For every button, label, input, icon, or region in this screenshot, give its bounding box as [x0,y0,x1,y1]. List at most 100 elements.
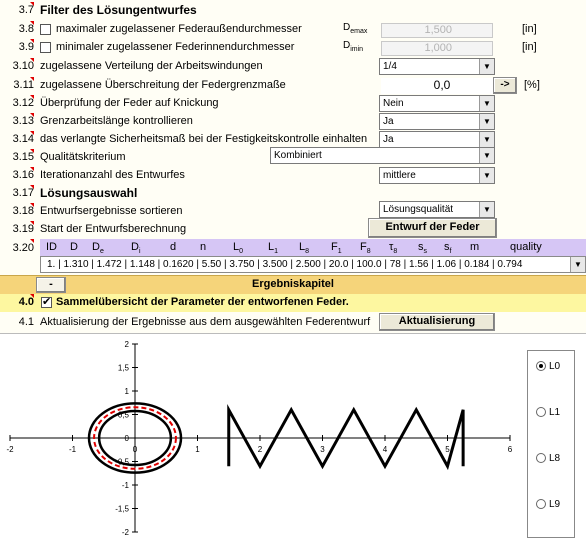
comment-marker [30,239,34,243]
row-label: Grenzarbeitslänge kontrollieren [40,115,193,127]
min-inner-diameter-input[interactable]: 1,000 [381,41,493,56]
table-header-cell: Di [131,241,141,256]
design-spring-button[interactable]: Entwurf der Feder [368,218,497,238]
x-tick-label: 4 [383,445,388,454]
section-solution: 3.17 Lösungsauswahl [0,185,586,203]
row-distribution: 3.10 zugelassene Verteilung der Arbeitsw… [0,58,586,76]
overrun-arrow-button[interactable]: -> [493,77,517,94]
max-outer-diameter-input[interactable]: 1,500 [381,23,493,38]
update-button[interactable]: Aktualisierung [379,313,495,331]
select-value: Kombiniert [274,150,322,161]
legend-radio-l9[interactable]: L9 [536,499,560,510]
select-value: Lösungsqualität [383,204,454,215]
comment-marker [30,294,34,298]
chevron-down-icon[interactable]: ▼ [479,96,494,111]
y-tick-label: -1,5 [115,505,129,514]
section-title: Lösungsauswahl [40,186,138,200]
safety-select[interactable]: Ja ▼ [379,131,495,148]
row-number: 3.8 [18,23,34,35]
chevron-down-icon[interactable]: ▼ [479,148,494,163]
section-title: Filter des Lösungentwurfes [40,3,197,17]
spring-chart: -2 -1 0 1 2 3 4 5 621,510,50-0,5-1-1,5-2 [6,340,512,537]
unit: [in] [522,41,537,53]
row-number: 3.14 [12,133,34,145]
row-number: 3.19 [12,223,34,235]
row-number: 3.16 [12,169,34,181]
comment-marker [30,58,34,62]
chevron-down-icon[interactable]: ▼ [479,132,494,147]
x-tick-label: 1 [195,445,200,454]
table-header-cell: d [170,241,177,253]
section-number: 3.7 [18,4,34,16]
x-tick-label: 2 [258,445,263,454]
chevron-down-icon[interactable]: ▼ [479,202,494,217]
results-table-row[interactable]: 1. | 1.310 | 1.472 | 1.148 | 0.1620 | 5.… [40,256,586,273]
max-outer-diameter-checkbox[interactable] [40,24,51,35]
table-header-cell: sf [444,241,452,256]
chevron-down-icon[interactable]: ▼ [479,59,494,74]
y-tick-label: 1,5 [118,364,130,373]
y-tick-label: 2 [125,340,130,349]
comment-marker [30,167,34,171]
radio-icon[interactable] [536,453,546,464]
results-chapter-bar: - Ergebniskapitel [0,275,586,294]
x-tick-label: 0 [133,445,138,454]
unit: [%] [524,79,540,91]
select-value: 1/4 [383,61,397,72]
buckling-select[interactable]: Nein ▼ [379,95,495,112]
legend-radio-l1[interactable]: L1 [536,407,560,418]
row-number: 3.11 [13,79,34,91]
row-label: Start der Entwurfsberechnung [40,223,187,235]
results-row-text: 1. | 1.310 | 1.472 | 1.148 | 0.1620 | 5.… [47,259,523,270]
legend-radio-l8[interactable]: L8 [536,453,560,464]
x-tick-label: 5 [445,445,450,454]
section-number: 3.17 [12,187,34,199]
row-label: maximaler zugelassener Federaußendurchme… [56,23,302,35]
table-header-cell: F1 [331,241,342,256]
row-label: Iterationanzahl des Entwurfes [40,169,185,181]
quality-criterion-select[interactable]: Kombiniert ▼ [270,147,495,164]
spring-chart-frame: -2 -1 0 1 2 3 4 5 6 2 1,5 1 0,5 0 -0,5 -1 -1,5 -2 [0,333,586,546]
table-header-cell: De [92,241,104,256]
chevron-down-icon[interactable]: ▼ [570,257,585,272]
form-page: { "filter": { "num": "3.7", "title": "Fi… [0,0,586,546]
row-buckling: 3.12 Überprüfung der Feder auf Knickung … [0,95,586,113]
select-value: mittlere [383,170,416,181]
symbol: Demax [343,22,368,35]
row-results: 3.20 ID D De Di d n L0 L1 L8 F1 F8 τ8 ss sf m quality 1… [0,239,586,275]
chevron-down-icon[interactable]: ▼ [479,114,494,129]
chevron-down-icon[interactable]: ▼ [479,168,494,183]
x-tick-label: 3 [320,445,325,454]
min-inner-diameter-checkbox[interactable] [40,42,51,53]
overrun-input[interactable]: 0,0 [381,78,493,94]
unit: [in] [522,23,537,35]
row-number: 3.9 [18,41,34,53]
distribution-select[interactable]: 1/4 ▼ [379,58,495,75]
table-header-cell: m [470,241,480,253]
row-number: 4.0 [18,296,34,308]
row-number: 3.15 [12,151,34,163]
sort-select[interactable]: Lösungsqualität ▼ [379,201,495,218]
comment-marker [30,149,34,153]
results-table-header: ID D De Di d n L0 L1 L8 F1 F8 τ8 ss sf m quality [40,239,586,256]
table-header-cell: quality [510,241,542,253]
radio-icon[interactable] [536,407,546,418]
iterations-select[interactable]: mittlere ▼ [379,167,495,184]
comment-marker [30,21,34,25]
radio-icon[interactable] [536,361,546,372]
row-number: 3.12 [12,97,34,109]
y-tick-label: -1 [122,481,130,490]
radio-icon[interactable] [536,499,546,510]
legend-label: L9 [549,499,561,510]
summary-overview-checkbox[interactable] [41,295,52,308]
chart-legend: L0 L1 L8 L9 [527,350,575,538]
row-label: Aktualisierung der Ergebnisse aus dem au… [40,316,371,328]
summary-overview-row: 4.0 Sammelübersicht der Parameter der en… [0,294,586,312]
legend-radio-l0[interactable]: L0 [536,361,560,372]
row-number: 3.20 [12,242,34,254]
table-header-cell: L8 [299,241,310,256]
limit-length-select[interactable]: Ja ▼ [379,113,495,130]
row-quality-criterion: 3.15 Qualitätskriterium Kombiniert ▼ [0,147,586,167]
row-overrun: 3.11 zugelassene Überschreitung der Fede… [0,77,586,95]
x-tick-label: -1 [69,445,77,454]
